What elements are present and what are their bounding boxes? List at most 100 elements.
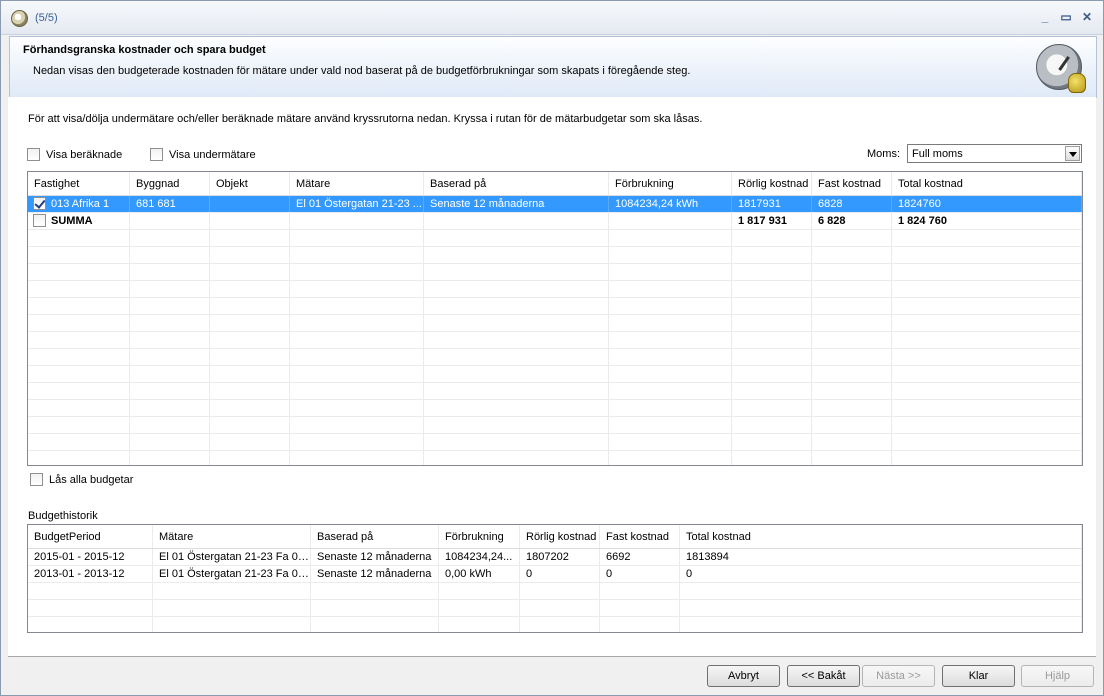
- table-cell: [28, 247, 130, 263]
- column-header[interactable]: Fast kostnad: [812, 172, 892, 195]
- column-header[interactable]: Fastighet: [28, 172, 130, 195]
- column-header[interactable]: Baserad på: [311, 525, 439, 548]
- table-cell: SUMMA: [28, 213, 130, 229]
- lock-all-option[interactable]: Lås alla budgetar: [30, 473, 133, 486]
- table-cell: [600, 617, 680, 632]
- table-cell: [439, 583, 520, 599]
- close-icon[interactable]: ✕: [1081, 10, 1093, 24]
- wizard-header: Förhandsgranska kostnader och spara budg…: [9, 36, 1097, 98]
- empty-row: [28, 332, 1082, 349]
- table-cell: [424, 434, 609, 450]
- table-cell: [892, 332, 1082, 348]
- table-cell: Senaste 12 månaderna: [311, 566, 439, 582]
- back-button[interactable]: << Bakåt: [787, 665, 860, 687]
- column-header[interactable]: Förbrukning: [609, 172, 732, 195]
- row-lock-checkbox[interactable]: [33, 196, 46, 210]
- table-cell: [130, 264, 210, 280]
- done-button[interactable]: Klar: [942, 665, 1015, 687]
- table-cell: [290, 298, 424, 314]
- table-cell: [311, 600, 439, 616]
- column-header[interactable]: Rörlig kostnad: [520, 525, 600, 548]
- column-header[interactable]: Mätare: [153, 525, 311, 548]
- column-header[interactable]: Baserad på: [424, 172, 609, 195]
- show-calculated-checkbox[interactable]: [27, 148, 40, 161]
- empty-row: [28, 230, 1082, 247]
- table-row[interactable]: SUMMA 1 817 931 6 828 1 824 760: [28, 213, 1082, 230]
- show-submeters-checkbox[interactable]: [150, 148, 163, 161]
- table-cell: [732, 434, 812, 450]
- empty-row: [28, 366, 1082, 383]
- table-cell: [424, 366, 609, 382]
- table-cell: [812, 434, 892, 450]
- moms-value: Full moms: [912, 148, 963, 160]
- table-cell: [732, 332, 812, 348]
- meter-money-icon: [1036, 44, 1086, 93]
- table-cell: [153, 617, 311, 632]
- table-cell: [210, 417, 290, 433]
- column-header[interactable]: Fast kostnad: [600, 525, 680, 548]
- table-cell: 6 828: [812, 213, 892, 229]
- column-header[interactable]: Förbrukning: [439, 525, 520, 548]
- show-submeters-label: Visa undermätare: [169, 148, 256, 161]
- lock-all-checkbox[interactable]: [30, 473, 43, 486]
- next-button[interactable]: Nästa >>: [862, 665, 935, 687]
- table-cell: [892, 315, 1082, 331]
- moms-select[interactable]: Full moms: [907, 144, 1082, 163]
- column-header[interactable]: Byggnad: [130, 172, 210, 195]
- table-cell: [892, 349, 1082, 365]
- table-cell: [812, 451, 892, 465]
- table-cell: [609, 400, 732, 416]
- table-row[interactable]: 2013-01 - 2013-12 El 01 Östergatan 21-23 …: [28, 566, 1082, 583]
- history-grid[interactable]: BudgetPeriod Mätare Baserad på Förbrukning R…: [27, 524, 1083, 633]
- table-cell: [424, 400, 609, 416]
- cancel-button[interactable]: Avbryt: [707, 665, 780, 687]
- table-cell: [812, 298, 892, 314]
- table-cell: [424, 247, 609, 263]
- table-cell: [609, 213, 732, 229]
- table-cell: [290, 349, 424, 365]
- history-label: Budgethistorik: [28, 510, 98, 522]
- table-cell: [130, 281, 210, 297]
- table-cell: [130, 298, 210, 314]
- minimize-icon[interactable]: _: [1039, 10, 1051, 24]
- table-cell: [812, 281, 892, 297]
- table-cell: [609, 281, 732, 297]
- budget-grid[interactable]: Fastighet Byggnad Objekt Mätare Baserad på Fö…: [27, 171, 1083, 466]
- column-header[interactable]: Objekt: [210, 172, 290, 195]
- show-calculated-option[interactable]: Visa beräknade: [27, 148, 122, 161]
- chevron-down-icon[interactable]: [1065, 146, 1080, 161]
- column-header[interactable]: Rörlig kostnad: [732, 172, 812, 195]
- row-lock-checkbox[interactable]: [33, 213, 46, 227]
- column-header[interactable]: Total kostnad: [680, 525, 1082, 548]
- table-cell: [210, 298, 290, 314]
- table-cell: El 01 Östergatan 21-23 ...: [290, 196, 424, 212]
- table-cell: [609, 366, 732, 382]
- table-cell: [210, 366, 290, 382]
- table-cell: [28, 600, 153, 616]
- table-cell: [130, 400, 210, 416]
- table-cell: [892, 434, 1082, 450]
- table-cell: [732, 349, 812, 365]
- table-cell: [290, 417, 424, 433]
- table-row[interactable]: 013 Afrika 1 681 681 El 01 Östergatan 21-2…: [28, 196, 1082, 213]
- column-header[interactable]: Total kostnad: [892, 172, 1082, 195]
- show-submeters-option[interactable]: Visa undermätare: [150, 148, 256, 161]
- table-cell: [210, 196, 290, 212]
- table-cell: [130, 213, 210, 229]
- table-cell: El 01 Östergatan 21-23 Fa 018: [153, 566, 311, 582]
- table-cell: [520, 600, 600, 616]
- table-cell: [732, 230, 812, 246]
- table-row[interactable]: 2015-01 - 2015-12 El 01 Östergatan 21-23 …: [28, 549, 1082, 566]
- table-cell: [290, 281, 424, 297]
- table-cell: [609, 247, 732, 263]
- help-button[interactable]: Hjälp: [1021, 665, 1094, 687]
- column-header[interactable]: BudgetPeriod: [28, 525, 153, 548]
- table-cell: [600, 583, 680, 599]
- table-cell: [28, 434, 130, 450]
- column-header[interactable]: Mätare: [290, 172, 424, 195]
- empty-row: [28, 349, 1082, 366]
- table-cell: [680, 583, 1082, 599]
- window-title: (5/5): [35, 12, 58, 24]
- table-cell: [609, 349, 732, 365]
- maximize-icon[interactable]: ▭: [1060, 10, 1072, 24]
